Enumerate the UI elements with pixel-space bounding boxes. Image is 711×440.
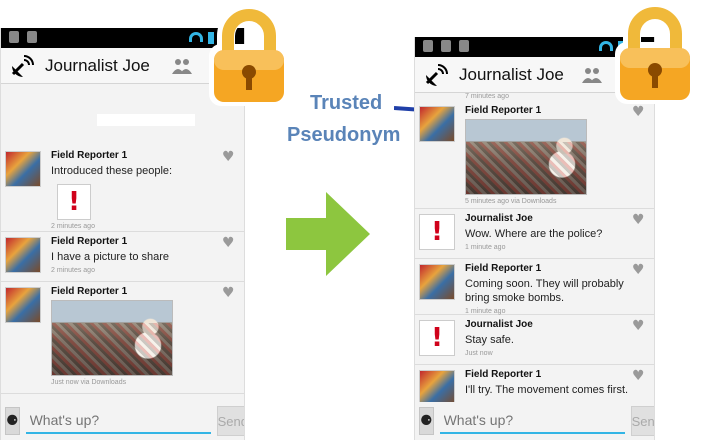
exclamation-icon: ! [431, 217, 443, 247]
message-time: 5 minutes ago via Downloads [465, 198, 557, 205]
heart-icon[interactable]: ♥ [222, 150, 236, 164]
heart-icon[interactable]: ♥ [632, 319, 646, 333]
message-sender: Field Reporter 1 [465, 263, 542, 274]
send-button[interactable]: Send [630, 406, 654, 436]
message-item[interactable]: Field Reporter 1 Just now via Downloads … [1, 282, 244, 394]
download-icon [9, 31, 19, 43]
avatar [419, 264, 455, 300]
message-input[interactable] [439, 408, 625, 434]
message-time: 2 minutes ago [51, 223, 95, 230]
briefcase-icon [27, 31, 37, 43]
heart-icon[interactable]: ♥ [632, 369, 646, 383]
attach-icon: ⚈ [420, 413, 433, 429]
shared-photo[interactable] [51, 300, 173, 376]
transition-arrow-icon [286, 192, 370, 276]
message-item[interactable]: Field Reporter 1 5 minutes ago via Downl… [415, 101, 654, 209]
avatar [419, 370, 455, 406]
avatar: ! [419, 320, 455, 356]
message-text: Introduced these people: [51, 165, 173, 177]
message-text: Coming soon. They will probably bring sm… [465, 278, 624, 304]
message-sender: Field Reporter 1 [51, 150, 128, 161]
message-text: I have a picture to share [51, 251, 170, 263]
message-sender: Journalist Joe [465, 213, 533, 224]
shared-photo[interactable] [465, 119, 587, 195]
message-item[interactable]: ! Journalist Joe Wow. Where are the poli… [415, 209, 654, 259]
avatar: ! [419, 214, 455, 250]
wifi-icon [189, 32, 203, 42]
heart-icon[interactable]: ♥ [222, 236, 236, 250]
annotation-pseudonym: Pseudonym [287, 124, 401, 146]
message-text: Stay safe. [465, 334, 514, 346]
download-icon [441, 40, 451, 52]
people-icon[interactable] [582, 67, 602, 83]
send-button[interactable]: Send [216, 406, 244, 436]
message-item[interactable]: ! Journalist Joe Stay safe. Just now ♥ [415, 315, 654, 365]
message-item[interactable]: Field Reporter 1 Introduced these people… [1, 146, 244, 232]
message-time: 2 minutes ago [51, 267, 95, 274]
message-text: I'll try. The movement comes first. [465, 384, 629, 396]
attach-icon: ⚈ [6, 413, 19, 429]
lock-icon [209, 8, 289, 106]
annotation-trusted: Trusted [310, 92, 383, 114]
message-time: 1 minute ago [465, 308, 506, 315]
conversation-title: Journalist Joe [45, 55, 150, 75]
wifi-icon [599, 41, 613, 51]
heart-icon[interactable]: ♥ [632, 213, 646, 227]
blank-bar [97, 114, 195, 126]
heart-icon[interactable]: ♥ [632, 105, 646, 119]
avatar [5, 237, 41, 273]
introduced-contact[interactable]: ! [57, 184, 91, 220]
monitor-icon [423, 40, 433, 52]
message-time: Just now via Downloads [51, 379, 127, 386]
exclamation-icon: ! [431, 323, 443, 353]
message-time: 1 minute ago [465, 244, 506, 251]
avatar [5, 151, 41, 187]
attach-button[interactable]: ⚈ [419, 407, 434, 435]
message-sender: Field Reporter 1 [51, 236, 128, 247]
message-input[interactable] [25, 408, 211, 434]
composer: ⚈ Send [1, 402, 244, 440]
people-icon[interactable] [172, 58, 192, 74]
message-time: Just now [465, 350, 493, 357]
avatar [5, 287, 41, 323]
attach-button[interactable]: ⚈ [5, 407, 20, 435]
briefcase-icon [459, 40, 469, 52]
message-sender: Field Reporter 1 [51, 286, 128, 297]
satellite-dish-icon[interactable] [423, 61, 451, 89]
conversation-title: Journalist Joe [459, 64, 564, 84]
heart-icon[interactable]: ♥ [222, 286, 236, 300]
message-sender: Journalist Joe [465, 319, 533, 330]
composer: ⚈ Send [415, 402, 654, 440]
avatar [419, 106, 455, 142]
message-text: Wow. Where are the police? [465, 228, 603, 240]
heart-icon[interactable]: ♥ [632, 263, 646, 277]
message-sender: Field Reporter 1 [465, 105, 542, 116]
exclamation-icon: ! [68, 187, 80, 217]
message-sender: Field Reporter 1 [465, 369, 542, 380]
satellite-dish-icon[interactable] [9, 52, 37, 80]
lock-icon [615, 6, 695, 104]
message-item[interactable]: Field Reporter 1 Coming soon. They will … [415, 259, 654, 315]
message-item[interactable]: Field Reporter 1 I have a picture to sha… [1, 232, 244, 282]
